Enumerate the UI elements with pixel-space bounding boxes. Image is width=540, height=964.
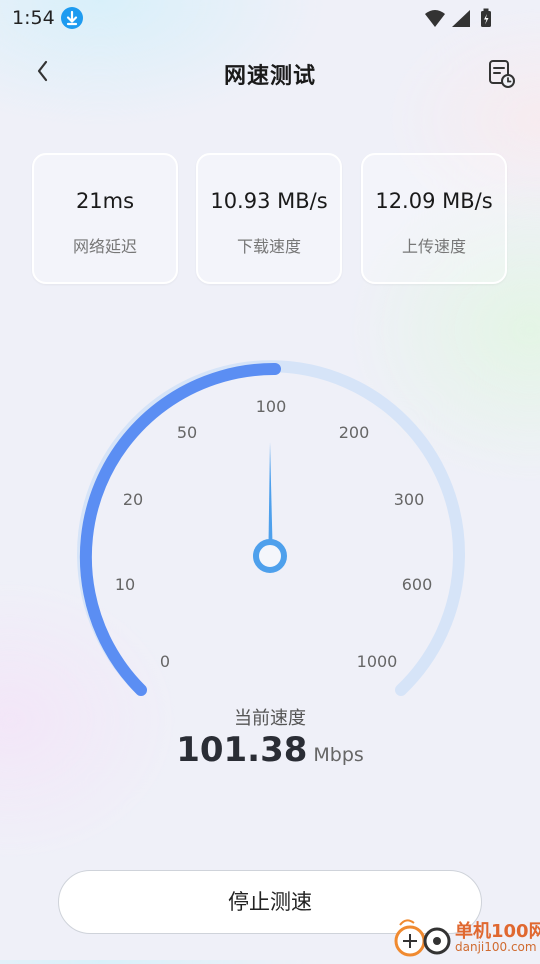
watermark-url: danji100.com bbox=[455, 940, 537, 954]
current-speed-readout: 101.38 Mbps bbox=[0, 730, 540, 770]
history-record-icon bbox=[489, 60, 515, 88]
gauge-progress-arc bbox=[79, 362, 281, 696]
scale-label-1000: 1000 bbox=[357, 652, 398, 671]
upload-speed-label: 上传速度 bbox=[401, 237, 466, 256]
upload-speed-card: 12.09 MB/s 上传速度 bbox=[361, 153, 507, 284]
scale-label-50: 50 bbox=[177, 423, 197, 442]
app-bar: 网速测试 bbox=[0, 44, 540, 100]
battery-icon bbox=[481, 8, 491, 27]
latency-label: 网络延迟 bbox=[72, 237, 137, 256]
cellular-signal-icon bbox=[452, 10, 470, 27]
scale-label-10: 10 bbox=[115, 575, 135, 594]
upload-speed-value: 12.09 MB/s bbox=[375, 189, 493, 213]
status-time: 1:54 bbox=[12, 7, 55, 29]
current-speed-unit: Mbps bbox=[313, 744, 364, 766]
history-button[interactable] bbox=[480, 52, 520, 92]
scale-label-20: 20 bbox=[123, 490, 143, 509]
wifi-icon bbox=[425, 10, 445, 27]
download-speed-label: 下载速度 bbox=[236, 237, 301, 256]
status-bar: 1:54 bbox=[0, 0, 540, 36]
site-watermark: 单机100网 danji100.com bbox=[392, 915, 540, 960]
speed-gauge: 0 10 20 50 100 200 300 600 1000 bbox=[77, 360, 465, 696]
current-speed-label: 当前速度 bbox=[234, 708, 306, 729]
download-speed-value: 10.93 MB/s bbox=[210, 189, 328, 213]
scale-label-0: 0 bbox=[160, 652, 170, 671]
download-speed-card: 10.93 MB/s 下载速度 bbox=[196, 153, 342, 284]
current-speed-value: 101.38 bbox=[176, 730, 308, 770]
gauge-needle bbox=[268, 442, 273, 544]
scale-label-600: 600 bbox=[402, 575, 433, 594]
latency-value: 21ms bbox=[75, 189, 135, 213]
scale-label-200: 200 bbox=[339, 423, 370, 442]
watermark-logo-icon bbox=[394, 919, 451, 957]
page-title: 网速测试 bbox=[223, 64, 316, 89]
download-notification-icon bbox=[61, 7, 83, 29]
scale-label-300: 300 bbox=[394, 490, 425, 509]
scale-label-100: 100 bbox=[256, 397, 287, 416]
latency-card: 21ms 网络延迟 bbox=[32, 153, 178, 284]
gauge-needle-hub bbox=[253, 539, 287, 573]
